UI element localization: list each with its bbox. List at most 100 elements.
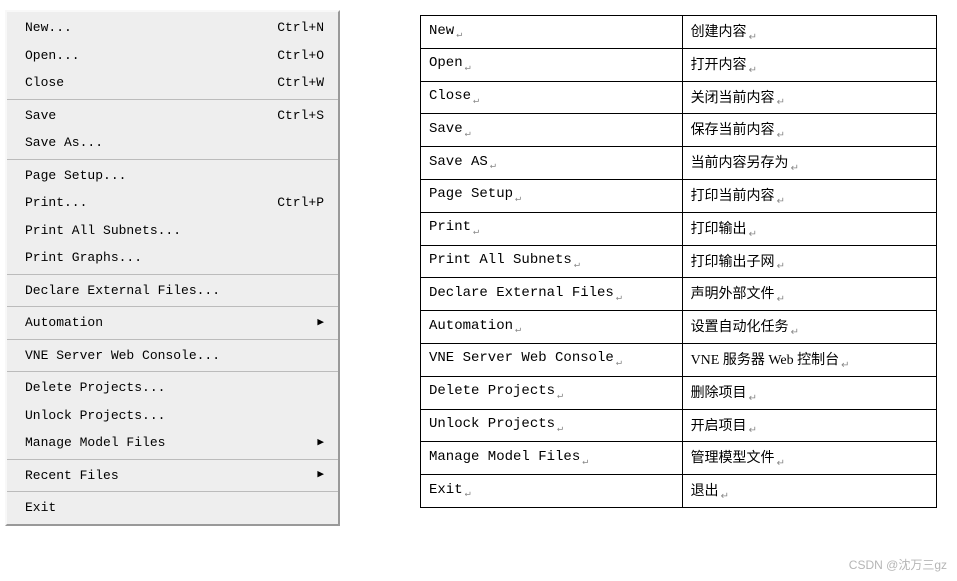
paragraph-mark-icon: ↵	[749, 32, 757, 43]
menu-section: Page Setup...Print...Ctrl+PPrint All Sub…	[7, 160, 338, 275]
paragraph-mark-icon: ↵	[557, 391, 563, 402]
menu-item-shortcut: Ctrl+O	[277, 46, 324, 66]
chinese-term-cell: 退出↵	[682, 475, 936, 508]
paragraph-mark-icon: ↵	[574, 260, 580, 271]
submenu-arrow-icon: ▶	[317, 435, 324, 452]
menu-item[interactable]: New...Ctrl+N	[7, 14, 338, 42]
paragraph-mark-icon: ↵	[791, 327, 799, 338]
menu-item-label: Manage Model Files	[25, 433, 317, 453]
english-term-cell: Close↵	[421, 81, 683, 114]
paragraph-mark-icon: ↵	[749, 425, 757, 436]
paragraph-mark-icon: ↵	[777, 294, 785, 305]
table-row: Save AS↵当前内容另存为↵	[421, 147, 937, 180]
submenu-arrow-icon: ▶	[317, 467, 324, 484]
menu-section: Automation▶	[7, 307, 338, 340]
paragraph-mark-icon: ↵	[777, 458, 785, 469]
paragraph-mark-icon: ↵	[465, 63, 471, 74]
menu-item[interactable]: Declare External Files...	[7, 277, 338, 305]
menu-item-label: VNE Server Web Console...	[25, 346, 324, 366]
menu-item[interactable]: Recent Files▶	[7, 462, 338, 490]
chinese-term-cell: 创建内容↵	[682, 16, 936, 49]
english-term-cell: Print All Subnets↵	[421, 245, 683, 278]
menu-item[interactable]: Page Setup...	[7, 162, 338, 190]
menu-item[interactable]: SaveCtrl+S	[7, 102, 338, 130]
menu-item-label: Close	[25, 73, 277, 93]
english-term-cell: Save AS↵	[421, 147, 683, 180]
table-row: Delete Projects↵删除项目↵	[421, 376, 937, 409]
menu-item[interactable]: Open...Ctrl+O	[7, 42, 338, 70]
chinese-term-cell: 管理模型文件↵	[682, 442, 936, 475]
menu-item-label: Print...	[25, 193, 277, 213]
english-term-cell: New↵	[421, 16, 683, 49]
paragraph-mark-icon: ↵	[490, 161, 496, 172]
paragraph-mark-icon: ↵	[465, 129, 471, 140]
menu-item-label: Unlock Projects...	[25, 406, 324, 426]
menu-section: VNE Server Web Console...	[7, 340, 338, 373]
menu-item-label: Open...	[25, 46, 277, 66]
table-row: Exit↵退出↵	[421, 475, 937, 508]
chinese-term-cell: 打印输出子网↵	[682, 245, 936, 278]
menu-item[interactable]: Manage Model Files▶	[7, 429, 338, 457]
menu-item[interactable]: VNE Server Web Console...	[7, 342, 338, 370]
paragraph-mark-icon: ↵	[473, 96, 479, 107]
paragraph-mark-icon: ↵	[777, 130, 785, 141]
paragraph-mark-icon: ↵	[791, 163, 799, 174]
english-term-cell: Save↵	[421, 114, 683, 147]
menu-item-label: Exit	[25, 498, 324, 518]
table-row: New↵创建内容↵	[421, 16, 937, 49]
menu-item-shortcut: Ctrl+W	[277, 73, 324, 93]
context-menu-panel: New...Ctrl+NOpen...Ctrl+OCloseCtrl+WSave…	[5, 10, 340, 526]
chinese-term-cell: 当前内容另存为↵	[682, 147, 936, 180]
menu-item[interactable]: Automation▶	[7, 309, 338, 337]
menu-item[interactable]: Save As...	[7, 129, 338, 157]
english-term-cell: Manage Model Files↵	[421, 442, 683, 475]
paragraph-mark-icon: ↵	[616, 358, 622, 369]
paragraph-mark-icon: ↵	[841, 360, 849, 371]
english-term-cell: Exit↵	[421, 475, 683, 508]
menu-item-label: Automation	[25, 313, 317, 333]
chinese-term-cell: 声明外部文件↵	[682, 278, 936, 311]
table-row: Automation↵设置自动化任务↵	[421, 311, 937, 344]
table-row: Open↵打开内容↵	[421, 48, 937, 81]
table-row: Page Setup↵打印当前内容↵	[421, 179, 937, 212]
table-row: Save↵保存当前内容↵	[421, 114, 937, 147]
chinese-term-cell: VNE 服务器 Web 控制台↵	[682, 343, 936, 376]
english-term-cell: Unlock Projects↵	[421, 409, 683, 442]
english-term-cell: Open↵	[421, 48, 683, 81]
table-row: VNE Server Web Console↵VNE 服务器 Web 控制台↵	[421, 343, 937, 376]
menu-section: Exit	[7, 492, 338, 524]
table-row: Manage Model Files↵管理模型文件↵	[421, 442, 937, 475]
menu-item-label: Save As...	[25, 133, 324, 153]
menu-item-label: Save	[25, 106, 277, 126]
menu-item[interactable]: Print Graphs...	[7, 244, 338, 272]
table-row: Declare External Files↵声明外部文件↵	[421, 278, 937, 311]
paragraph-mark-icon: ↵	[749, 229, 757, 240]
paragraph-mark-icon: ↵	[465, 489, 471, 500]
paragraph-mark-icon: ↵	[777, 261, 785, 272]
chinese-term-cell: 开启项目↵	[682, 409, 936, 442]
paragraph-mark-icon: ↵	[777, 196, 785, 207]
paragraph-mark-icon: ↵	[473, 227, 479, 238]
menu-item[interactable]: Unlock Projects...	[7, 402, 338, 430]
menu-item[interactable]: Exit	[7, 494, 338, 522]
menu-item-label: Print Graphs...	[25, 248, 324, 268]
chinese-term-cell: 关闭当前内容↵	[682, 81, 936, 114]
translation-table: New↵创建内容↵Open↵打开内容↵Close↵关闭当前内容↵Save↵保存当…	[420, 15, 937, 508]
watermark-text: CSDN @沈万三gz	[849, 556, 947, 573]
chinese-term-cell: 设置自动化任务↵	[682, 311, 936, 344]
paragraph-mark-icon: ↵	[515, 194, 521, 205]
menu-item[interactable]: Print All Subnets...	[7, 217, 338, 245]
paragraph-mark-icon: ↵	[749, 65, 757, 76]
menu-item-shortcut: Ctrl+N	[277, 18, 324, 38]
menu-item[interactable]: Delete Projects...	[7, 374, 338, 402]
paragraph-mark-icon: ↵	[515, 325, 521, 336]
menu-section: SaveCtrl+S Save As...	[7, 100, 338, 160]
english-term-cell: Delete Projects↵	[421, 376, 683, 409]
submenu-arrow-icon: ▶	[317, 315, 324, 332]
table-row: Close↵关闭当前内容↵	[421, 81, 937, 114]
paragraph-mark-icon: ↵	[456, 30, 462, 41]
english-term-cell: Declare External Files↵	[421, 278, 683, 311]
english-term-cell: Print↵	[421, 212, 683, 245]
menu-item[interactable]: CloseCtrl+W	[7, 69, 338, 97]
menu-item[interactable]: Print...Ctrl+P	[7, 189, 338, 217]
